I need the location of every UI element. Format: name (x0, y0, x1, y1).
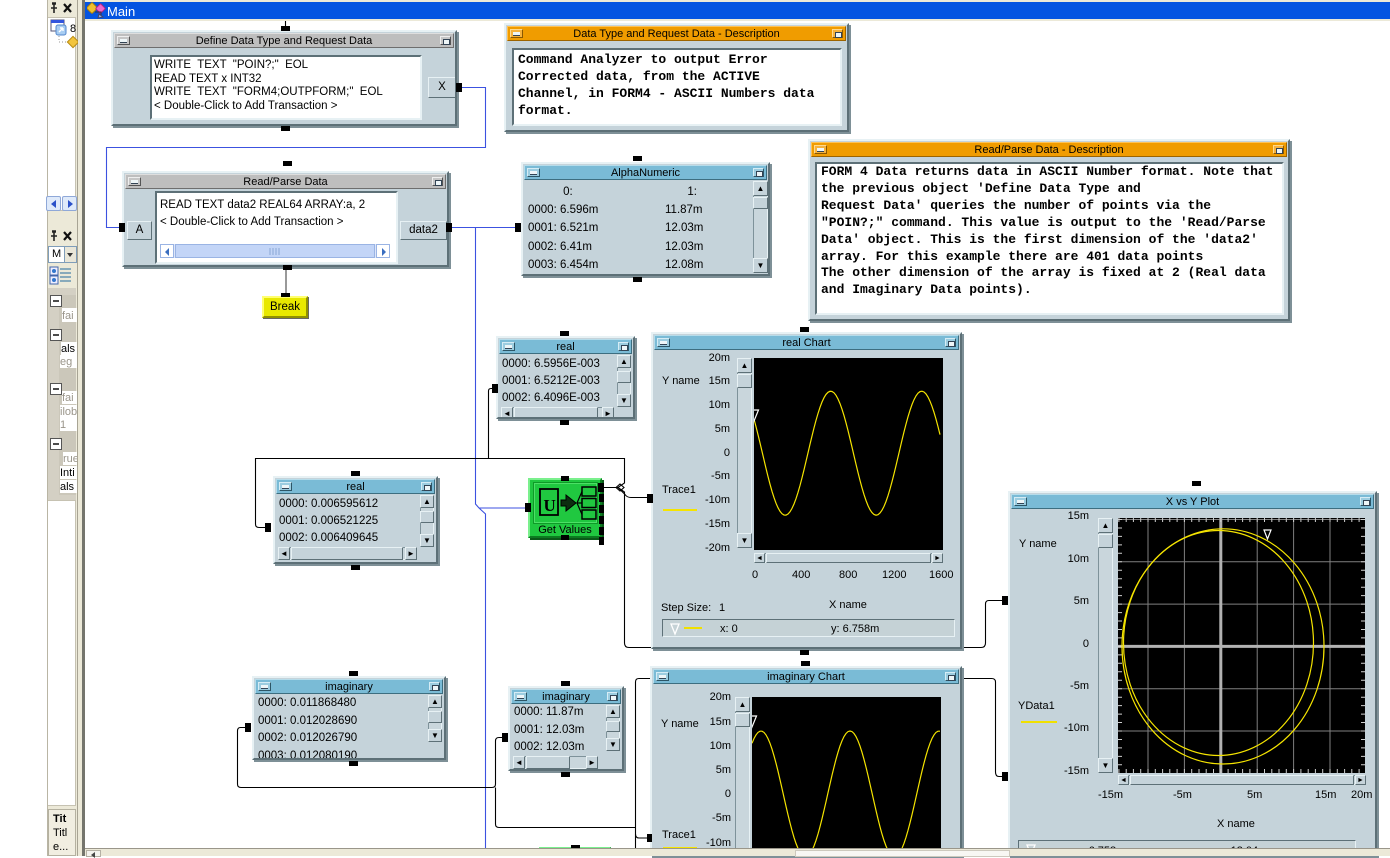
svg-text:als: als (60, 481, 75, 493)
svg-text:rue: rue (63, 453, 77, 465)
svg-text:fai: fai (62, 392, 74, 404)
svg-text:1: 1 (60, 419, 66, 431)
svg-text:U: U (544, 496, 556, 515)
svg-text:Inti: Inti (60, 467, 75, 479)
svg-text:fai: fai (62, 310, 74, 322)
svg-text:ilob: ilob (60, 406, 77, 418)
svg-text:eg: eg (60, 356, 72, 368)
svg-text:8: 8 (70, 23, 76, 35)
svg-text:als: als (61, 343, 76, 355)
